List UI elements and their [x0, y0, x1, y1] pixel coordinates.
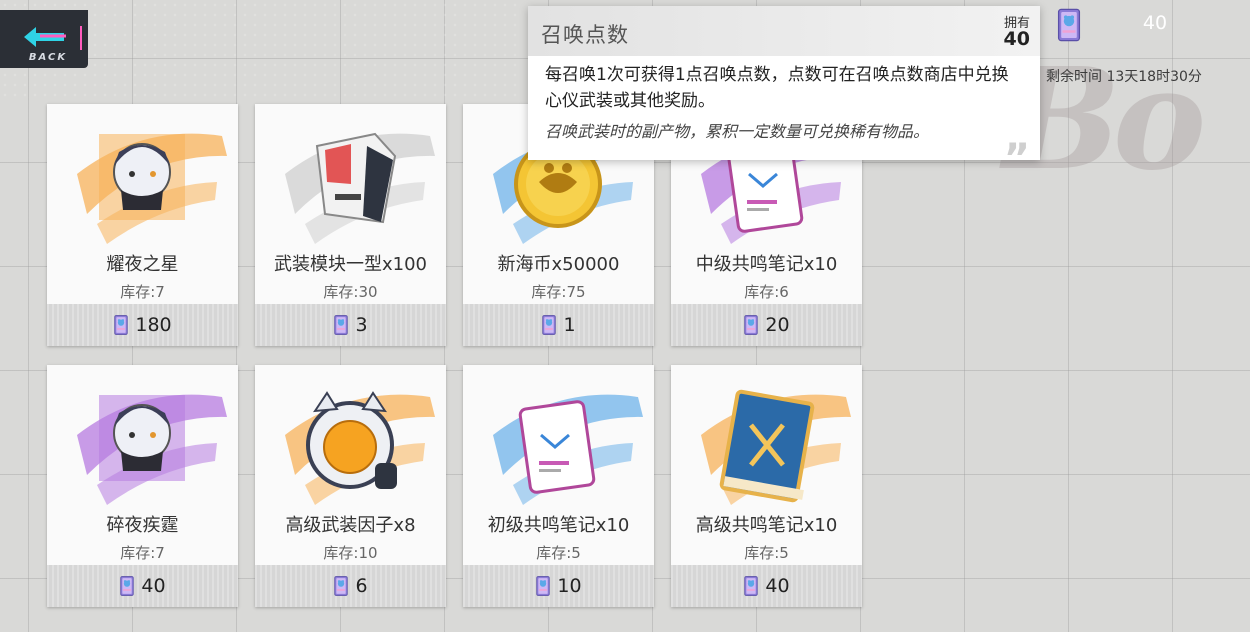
- item-name: 碎夜疾霆: [106, 515, 179, 536]
- price-bar: 10: [463, 565, 654, 607]
- tooltip-header: 召唤点数 拥有 40: [528, 6, 1040, 56]
- character-portrait-icon: [77, 394, 227, 505]
- item-price: 3: [355, 314, 368, 336]
- item-name: 武装模块一型x100: [273, 254, 427, 275]
- back-divider: [80, 26, 82, 50]
- summon-point-icon: [535, 575, 551, 597]
- price-bar: 3: [255, 304, 446, 346]
- back-button[interactable]: BACK: [0, 10, 88, 68]
- item-price: 10: [557, 575, 582, 597]
- tooltip-own-value: 40: [1003, 28, 1030, 50]
- item-name: 新海币x50000: [497, 254, 620, 275]
- summon-point-count: 40: [1142, 12, 1168, 34]
- item-stock: 库存:7: [120, 544, 165, 562]
- item-stock: 库存:5: [744, 544, 789, 562]
- summon-point-tooltip: 召唤点数 拥有 40 每召唤1次可获得1点召唤点数，点数可在召唤点数商店中兑换心…: [528, 6, 1040, 182]
- shop-item-card[interactable]: 初级共鸣笔记x10 库存:5 10: [463, 365, 654, 607]
- price-bar: 40: [47, 565, 238, 607]
- item-price: 180: [135, 314, 172, 336]
- item-stock: 库存:75: [531, 283, 586, 301]
- summon-point-icon: [743, 314, 759, 336]
- tooltip-title: 召唤点数: [541, 23, 629, 47]
- item-price: 40: [765, 575, 790, 597]
- character-portrait-icon: [77, 133, 227, 244]
- tooltip-note: 召唤武装时的副产物，累积一定数量可兑换稀有物品。: [545, 122, 930, 141]
- price-bar: 1: [463, 304, 654, 346]
- price-bar: 180: [47, 304, 238, 346]
- item-price: 20: [765, 314, 790, 336]
- price-bar: 20: [671, 304, 862, 346]
- shop-item-card[interactable]: 高级共鸣笔记x10 库存:5 40: [671, 365, 862, 607]
- item-price: 1: [563, 314, 576, 336]
- armament-module-icon: [285, 132, 435, 244]
- summon-point-icon: [333, 575, 349, 597]
- summon-point-icon[interactable]: [1056, 5, 1082, 45]
- item-stock: 库存:6: [744, 283, 789, 301]
- shop-item-card[interactable]: 高级武装因子x8 库存:10 6: [255, 365, 446, 607]
- summon-point-icon: [333, 314, 349, 336]
- item-name: 初级共鸣笔记x10: [487, 515, 630, 536]
- resonance-note-icon: [493, 394, 643, 505]
- quote-mark-icon: ”: [1003, 136, 1030, 182]
- item-stock: 库存:7: [120, 283, 165, 301]
- item-stock: 库存:5: [536, 544, 581, 562]
- shop-item-card[interactable]: 耀夜之星 库存:7 180: [47, 104, 238, 346]
- summon-point-icon: [743, 575, 759, 597]
- item-name: 高级共鸣笔记x10: [695, 515, 838, 536]
- shop-item-card[interactable]: 碎夜疾霆 库存:7 40: [47, 365, 238, 607]
- armament-factor-icon: [285, 391, 435, 505]
- resonance-book-icon: [701, 389, 851, 505]
- item-price: 6: [355, 575, 368, 597]
- item-name: 高级武装因子x8: [285, 515, 416, 536]
- summon-point-icon: [119, 575, 135, 597]
- item-stock: 库存:30: [323, 283, 378, 301]
- remaining-time: 剩余时间 13天18时30分: [1046, 69, 1202, 85]
- item-price: 40: [141, 575, 166, 597]
- item-name: 耀夜之星: [106, 254, 179, 275]
- shop-item-card[interactable]: 武装模块一型x100 库存:30 3: [255, 104, 446, 346]
- back-arrow-icon: [24, 27, 66, 47]
- item-name: 中级共鸣笔记x10: [695, 254, 838, 275]
- summon-point-icon: [113, 314, 129, 336]
- tooltip-description: 每召唤1次可获得1点召唤点数，点数可在召唤点数商店中兑换心仪武装或其他奖励。: [545, 65, 1009, 111]
- item-stock: 库存:10: [323, 544, 378, 562]
- back-label: BACK: [28, 52, 68, 63]
- price-bar: 40: [671, 565, 862, 607]
- price-bar: 6: [255, 565, 446, 607]
- summon-point-icon: [541, 314, 557, 336]
